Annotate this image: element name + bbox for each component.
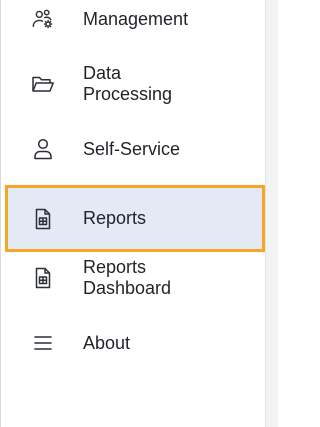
sidebar-nav: Management Data Processing Self-Service [0, 0, 266, 427]
sidebar-item-self-service[interactable]: Self-Service [5, 130, 265, 168]
user-icon [31, 137, 55, 161]
sidebar-item-label: Reports [83, 208, 147, 228]
report-document-icon [31, 266, 55, 290]
sidebar-item-label: Self-Service [83, 138, 181, 159]
scrollbar-track[interactable] [265, 0, 278, 427]
folder-open-icon [31, 72, 55, 96]
sidebar-item-data-processing[interactable]: Data Processing [5, 60, 265, 108]
sidebar-item-label: Data Processing [83, 63, 173, 104]
menu-lines-icon [31, 331, 55, 355]
sidebar-item-label: About [83, 332, 131, 353]
sidebar-item-label: Management [83, 8, 189, 29]
sidebar-item-reports-dashboard[interactable]: Reports Dashboard [5, 254, 265, 302]
users-gear-icon [31, 7, 55, 31]
sidebar-item-reports[interactable]: Reports [5, 185, 265, 252]
sidebar-item-label: Reports Dashboard [83, 257, 172, 298]
sidebar-item-about[interactable]: About [5, 324, 265, 362]
sidebar-item-management[interactable]: Management [5, 0, 265, 38]
report-document-icon [31, 207, 55, 231]
